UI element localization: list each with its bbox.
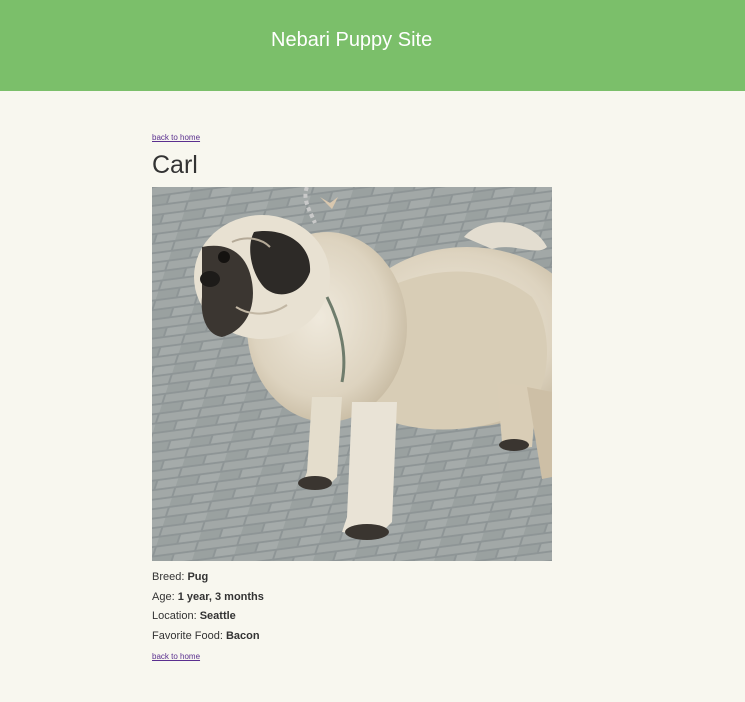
back-to-home-link-bottom[interactable]: back to home (152, 652, 200, 661)
detail-label: Age: (152, 590, 178, 603)
detail-label: Location: (152, 610, 200, 622)
detail-breed: Breed: Pug (152, 568, 572, 588)
site-header: Nebari Puppy Site (0, 0, 745, 91)
detail-value: Bacon (225, 629, 260, 642)
detail-label: Favorite Food: (152, 629, 226, 642)
back-to-home-link-top[interactable]: back to home (152, 133, 200, 142)
main-content: back to home Carl Breed: Pug Age: 1 year… (152, 91, 572, 664)
detail-value: Pug (187, 571, 209, 583)
detail-value: 1 year, 3 months (177, 590, 264, 603)
detail-location: Location: Seattle (152, 607, 572, 627)
pug-photo (152, 187, 552, 561)
dog-details: Breed: Pug Age: 1 year, 3 months Locatio… (152, 568, 572, 646)
detail-age: Age: 1 year, 3 months (152, 588, 572, 608)
dog-name: Carl (152, 151, 198, 179)
site-title: Nebari Puppy Site (271, 29, 433, 51)
detail-favorite-food: Favorite Food: Bacon (152, 627, 572, 647)
detail-label: Breed: (152, 571, 188, 583)
detail-value: Seattle (199, 610, 236, 622)
